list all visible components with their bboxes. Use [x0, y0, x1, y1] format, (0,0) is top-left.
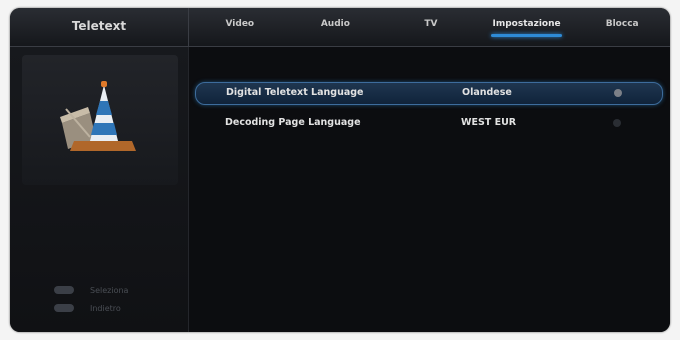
tab-video[interactable]: Video [192, 8, 288, 46]
setting-value: WEST EUR [461, 117, 517, 128]
sidebar: Seleziona Indietro [10, 47, 189, 332]
legend-select-text: Seleziona [90, 285, 129, 295]
tab-bar: Video Audio TV Impostazione Blocca [192, 8, 670, 46]
key-legend: Seleziona Indietro [54, 281, 128, 317]
setting-label: Decoding Page Language [225, 117, 361, 128]
legend-row: Seleziona [54, 281, 128, 299]
setting-value: Olandese [462, 87, 512, 98]
section-title: Teletext [10, 8, 189, 46]
setting-label: Digital Teletext Language [226, 87, 364, 98]
tab-blocca[interactable]: Blocca [574, 8, 670, 46]
legend-back-text: Indietro [90, 303, 121, 313]
exit-key-icon [54, 304, 74, 312]
option-indicator-icon [613, 119, 621, 127]
tab-impostazione[interactable]: Impostazione [479, 8, 575, 46]
tab-audio[interactable]: Audio [288, 8, 384, 46]
tab-impostazione-label: Impostazione [492, 19, 561, 29]
ok-key-icon [54, 286, 74, 294]
setting-decoding-page-language[interactable]: Decoding Page Language WEST EUR [195, 113, 661, 134]
tab-tv-label: TV [424, 19, 438, 29]
setting-digital-teletext-language[interactable]: Digital Teletext Language Olandese [195, 82, 663, 105]
sidebar-icon-panel [22, 55, 178, 185]
tv-settings-screen: Teletext Video Audio TV Impostazione Blo… [10, 8, 670, 332]
tab-tv[interactable]: TV [383, 8, 479, 46]
traffic-cone-icon [60, 81, 136, 151]
tab-video-label: Video [225, 19, 255, 29]
option-indicator-icon [614, 89, 622, 97]
settings-list: Digital Teletext Language Olandese Decod… [189, 47, 670, 332]
legend-row: Indietro [54, 299, 128, 317]
tab-audio-label: Audio [320, 19, 350, 29]
active-tab-indicator [490, 34, 563, 37]
top-bar: Teletext Video Audio TV Impostazione Blo… [10, 8, 670, 47]
tab-blocca-label: Blocca [605, 19, 639, 29]
